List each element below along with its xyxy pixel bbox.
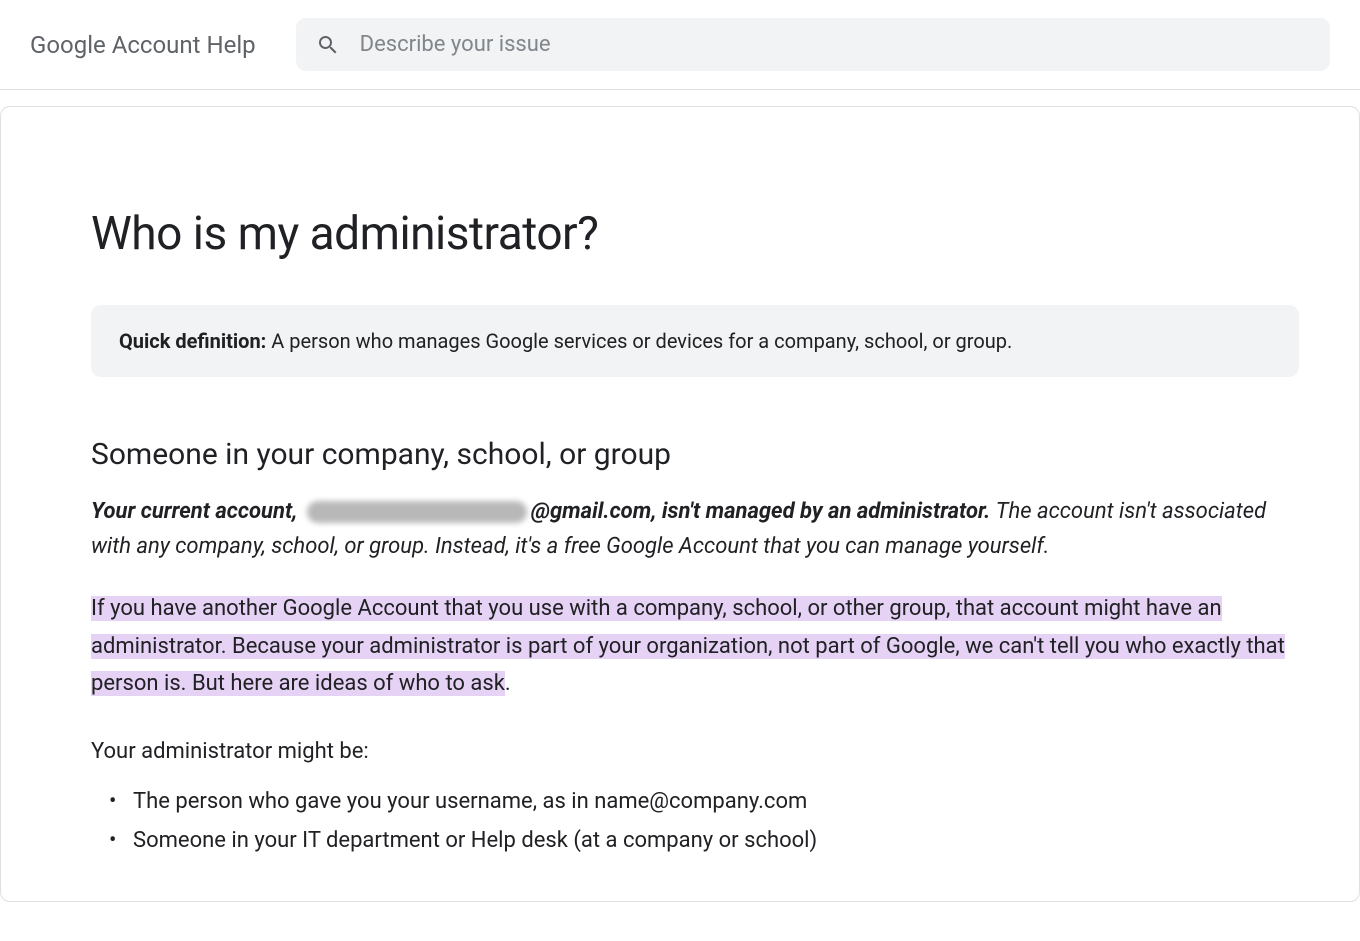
list-item: Someone in your IT department or Help de… <box>115 821 1299 861</box>
account-status-paragraph: Your current account, @gmail.com, isn't … <box>91 494 1299 564</box>
page-header: Google Account Help <box>0 0 1360 90</box>
search-input[interactable] <box>360 32 1310 57</box>
quick-definition-box: Quick definition: A person who manages G… <box>91 305 1299 377</box>
definition-label: Quick definition: <box>119 329 266 353</box>
account-status-bold: Your current account, @gmail.com, isn't … <box>91 499 996 524</box>
redacted-email <box>307 501 527 523</box>
highlighted-period: . <box>505 671 511 696</box>
definition-text: A person who manages Google services or … <box>266 329 1012 353</box>
highlighted-text: If you have another Google Account that … <box>91 596 1285 696</box>
page-title: Who is my administrator? <box>91 207 1299 261</box>
list-item: The person who gave you your username, a… <box>115 782 1299 822</box>
account-suffix: @gmail.com, isn't managed by an administ… <box>531 499 991 524</box>
account-prefix: Your current account, <box>91 499 303 524</box>
search-icon <box>316 33 340 57</box>
site-title[interactable]: Google Account Help <box>30 31 256 59</box>
admin-might-be-heading: Your administrator might be: <box>91 739 1299 764</box>
highlighted-paragraph: If you have another Google Account that … <box>91 590 1299 702</box>
section-heading: Someone in your company, school, or grou… <box>91 437 1299 472</box>
admin-list: The person who gave you your username, a… <box>91 782 1299 861</box>
main-content-card: Who is my administrator? Quick definitio… <box>0 106 1360 902</box>
search-container[interactable] <box>296 18 1330 71</box>
